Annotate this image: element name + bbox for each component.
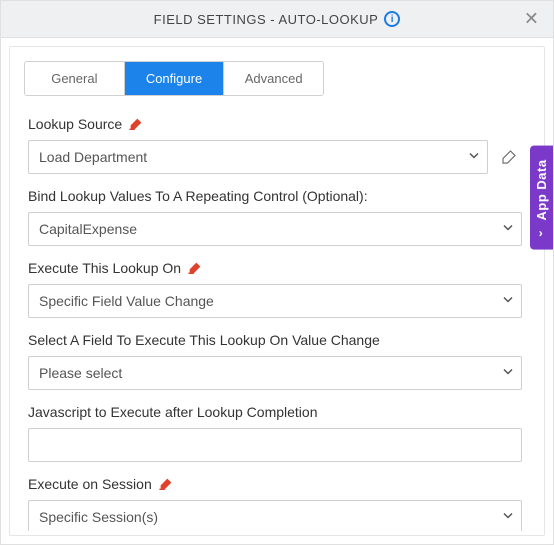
tab-general[interactable]: General bbox=[25, 62, 125, 95]
app-data-sidetab[interactable]: › App Data bbox=[530, 146, 553, 250]
row-bind-repeating: Bind Lookup Values To A Repeating Contro… bbox=[28, 188, 522, 246]
execute-on-label: Execute This Lookup On bbox=[28, 260, 181, 276]
row-js-after: Javascript to Execute after Lookup Compl… bbox=[28, 404, 522, 462]
field-settings-modal: FIELD SETTINGS - AUTO-LOOKUP i ✕ General… bbox=[0, 0, 554, 545]
app-data-label: App Data bbox=[534, 160, 549, 221]
modal-header: FIELD SETTINGS - AUTO-LOOKUP i ✕ bbox=[1, 1, 553, 38]
close-icon: ✕ bbox=[524, 9, 539, 29]
bind-repeating-select[interactable]: CapitalExpense bbox=[28, 212, 522, 246]
tabs: General Configure Advanced bbox=[24, 61, 324, 96]
tab-configure[interactable]: Configure bbox=[125, 62, 225, 95]
row-execute-on: Execute This Lookup On Specific Field Va… bbox=[28, 260, 522, 318]
modal-title: FIELD SETTINGS - AUTO-LOOKUP bbox=[154, 12, 379, 27]
js-after-label: Javascript to Execute after Lookup Compl… bbox=[28, 404, 318, 420]
execute-on-select[interactable]: Specific Field Value Change bbox=[28, 284, 522, 318]
required-edit-icon bbox=[128, 117, 144, 131]
row-lookup-source: Lookup Source Load Department bbox=[28, 116, 522, 174]
exec-session-label: Execute on Session bbox=[28, 476, 152, 492]
row-exec-session: Execute on Session Specific Session(s) bbox=[28, 476, 522, 531]
info-icon[interactable]: i bbox=[384, 11, 400, 27]
edit-lookup-source-button[interactable] bbox=[496, 144, 522, 170]
row-select-field: Select A Field To Execute This Lookup On… bbox=[28, 332, 522, 390]
select-field-select[interactable]: Please select bbox=[28, 356, 522, 390]
tabs-container: General Configure Advanced bbox=[10, 47, 544, 96]
exec-session-value: Specific Session(s) bbox=[28, 500, 522, 531]
lookup-source-select[interactable]: Load Department bbox=[28, 140, 488, 174]
bind-repeating-value: CapitalExpense bbox=[28, 212, 522, 246]
js-after-input[interactable] bbox=[28, 428, 522, 462]
required-edit-icon bbox=[187, 261, 203, 275]
lookup-source-label: Lookup Source bbox=[28, 116, 122, 132]
exec-session-select[interactable]: Specific Session(s) bbox=[28, 500, 522, 531]
required-edit-icon bbox=[158, 477, 174, 491]
configure-panel: Lookup Source Load Department bbox=[14, 102, 540, 531]
tab-advanced[interactable]: Advanced bbox=[224, 62, 323, 95]
lookup-source-value: Load Department bbox=[28, 140, 488, 174]
modal-title-group: FIELD SETTINGS - AUTO-LOOKUP i bbox=[154, 11, 401, 27]
execute-on-value: Specific Field Value Change bbox=[28, 284, 522, 318]
close-button[interactable]: ✕ bbox=[520, 5, 543, 34]
bind-repeating-label: Bind Lookup Values To A Repeating Contro… bbox=[28, 188, 368, 204]
chevron-left-icon: › bbox=[539, 226, 544, 240]
select-field-value: Please select bbox=[28, 356, 522, 390]
select-field-label: Select A Field To Execute This Lookup On… bbox=[28, 332, 380, 348]
